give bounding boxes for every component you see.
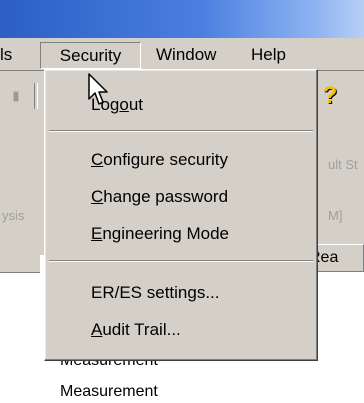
ghost-text-analysis: ysis — [2, 208, 25, 223]
access-key: E — [91, 224, 103, 243]
access-key: C — [91, 187, 104, 206]
column-header-left[interactable] — [0, 244, 40, 273]
menu-item-engineering-mode[interactable]: Engineering Mode — [91, 219, 229, 249]
list-item[interactable]: Measurement — [60, 383, 158, 401]
toolbar-button-disabled: ▮ — [12, 88, 20, 103]
access-key: o — [119, 95, 129, 114]
help-icon[interactable]: ? — [317, 81, 343, 111]
menu-tools[interactable]: ls — [0, 43, 12, 67]
menu-item-change-password[interactable]: Change password — [91, 182, 228, 212]
menu-security-label: Security — [59, 46, 122, 65]
menu-separator — [49, 260, 313, 262]
access-key: A — [91, 320, 103, 339]
security-dropdown-menu: Logout Configure security Change passwor… — [44, 69, 318, 361]
access-key: C — [91, 150, 104, 169]
toolbar-separator — [34, 83, 38, 109]
menu-separator — [49, 130, 313, 132]
menu-bar: ls Security Window Help — [0, 38, 364, 71]
menu-item-configure-security[interactable]: Configure security — [91, 145, 228, 175]
menu-help[interactable]: Help — [251, 43, 286, 67]
menu-item-audit-trail[interactable]: Audit Trail... — [91, 315, 181, 345]
menu-window[interactable]: Window — [156, 43, 216, 67]
ghost-text-bracket: M] — [328, 208, 343, 223]
mouse-pointer-icon — [88, 73, 108, 105]
menu-security[interactable]: Security — [40, 42, 141, 69]
menu-item-eres-settings[interactable]: ER/ES settings... — [91, 278, 220, 308]
title-bar — [0, 0, 364, 38]
ghost-text-result: ult St — [328, 157, 358, 172]
